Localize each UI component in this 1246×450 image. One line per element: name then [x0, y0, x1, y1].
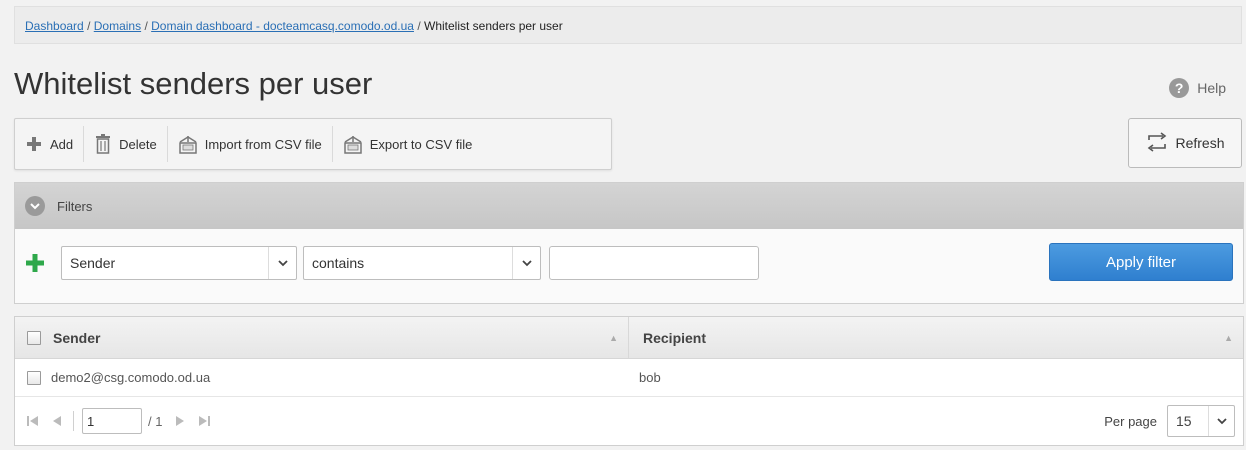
sender-value: demo2@csg.comodo.od.ua: [51, 370, 211, 385]
apply-filter-button[interactable]: Apply filter: [1049, 243, 1233, 281]
filters-panel: Filters Sender contains Apply filter: [14, 182, 1244, 304]
filter-field-select[interactable]: Sender: [61, 246, 297, 280]
per-page-select[interactable]: 15: [1167, 405, 1235, 437]
refresh-button[interactable]: Refresh: [1128, 118, 1242, 168]
add-filter-icon[interactable]: [25, 253, 45, 273]
breadcrumb-separator: /: [417, 19, 421, 33]
csv-export-icon: [343, 134, 363, 154]
csv-import-icon: [178, 134, 198, 154]
select-all-checkbox[interactable]: [27, 330, 41, 345]
column-sender-label: Sender: [53, 329, 101, 346]
column-header-recipient[interactable]: Recipient ▲: [629, 317, 1243, 358]
chevron-down-icon: [1208, 406, 1234, 436]
next-page-icon[interactable]: [172, 413, 188, 429]
page-title: Whitelist senders per user: [14, 66, 373, 101]
help-label: Help: [1197, 80, 1226, 96]
delete-button[interactable]: Delete: [84, 126, 168, 162]
breadcrumb-dashboard-link[interactable]: Dashboard: [25, 19, 84, 33]
sort-icon: ▲: [1224, 333, 1233, 343]
breadcrumb-separator: /: [144, 19, 148, 33]
export-csv-button[interactable]: Export to CSV file: [333, 126, 483, 162]
row-checkbox[interactable]: [27, 370, 41, 385]
add-label: Add: [50, 136, 74, 152]
breadcrumb-separator: /: [87, 19, 91, 33]
filter-operator-value: contains: [312, 255, 365, 271]
previous-page-icon[interactable]: [49, 413, 65, 429]
chevron-down-icon: [25, 196, 45, 216]
table-row[interactable]: demo2@csg.comodo.od.ua bob: [15, 359, 1243, 397]
chevron-down-icon: [268, 247, 296, 279]
page-number-input[interactable]: [82, 408, 142, 434]
breadcrumb-current: Whitelist senders per user: [424, 19, 563, 33]
table-header: Sender ▲ Recipient ▲: [15, 317, 1243, 359]
import-csv-button[interactable]: Import from CSV file: [168, 126, 333, 162]
column-header-sender[interactable]: Sender ▲: [15, 317, 629, 358]
delete-label: Delete: [119, 136, 157, 152]
filter-row: Sender contains Apply filter: [15, 229, 1243, 305]
filter-value-input[interactable]: [549, 246, 759, 280]
divider: [73, 411, 74, 431]
per-page-label: Per page: [1104, 413, 1157, 429]
senders-table: Sender ▲ Recipient ▲ demo2@csg.comodo.od…: [14, 316, 1244, 446]
refresh-icon: [1145, 131, 1169, 156]
refresh-label: Refresh: [1175, 135, 1225, 151]
chevron-down-icon: [512, 247, 540, 279]
sort-icon: ▲: [609, 333, 618, 343]
page: Dashboard / Domains / Domain dashboard -…: [0, 0, 1246, 450]
breadcrumb-domains-link[interactable]: Domains: [94, 19, 141, 33]
help-link[interactable]: ? Help: [1169, 78, 1226, 98]
per-page-value: 15: [1176, 413, 1192, 429]
sender-cell: demo2@csg.comodo.od.ua: [15, 370, 629, 385]
export-label: Export to CSV file: [369, 136, 473, 152]
recipient-value: bob: [639, 370, 661, 385]
filters-label: Filters: [57, 198, 93, 214]
add-button[interactable]: Add: [15, 126, 85, 162]
breadcrumb: Dashboard / Domains / Domain dashboard -…: [14, 6, 1242, 44]
breadcrumb-domain-dashboard-link[interactable]: Domain dashboard - docteamcasq.comodo.od…: [151, 19, 414, 33]
toolbar: Add Delete Import from CSV file Export t…: [14, 118, 612, 170]
trash-icon: [94, 134, 112, 154]
first-page-icon[interactable]: [25, 413, 41, 429]
filters-toggle[interactable]: Filters: [15, 183, 1243, 229]
plus-icon: [25, 135, 43, 153]
help-icon: ?: [1169, 78, 1190, 98]
pagination: / 1 Per page 15: [15, 397, 1243, 445]
page-total: / 1: [148, 413, 163, 429]
filter-operator-select[interactable]: contains: [303, 246, 541, 280]
last-page-icon[interactable]: [196, 413, 212, 429]
per-page-control: Per page 15: [1104, 405, 1235, 437]
filter-field-value: Sender: [70, 255, 116, 271]
column-recipient-label: Recipient: [643, 329, 707, 346]
import-label: Import from CSV file: [204, 136, 322, 152]
